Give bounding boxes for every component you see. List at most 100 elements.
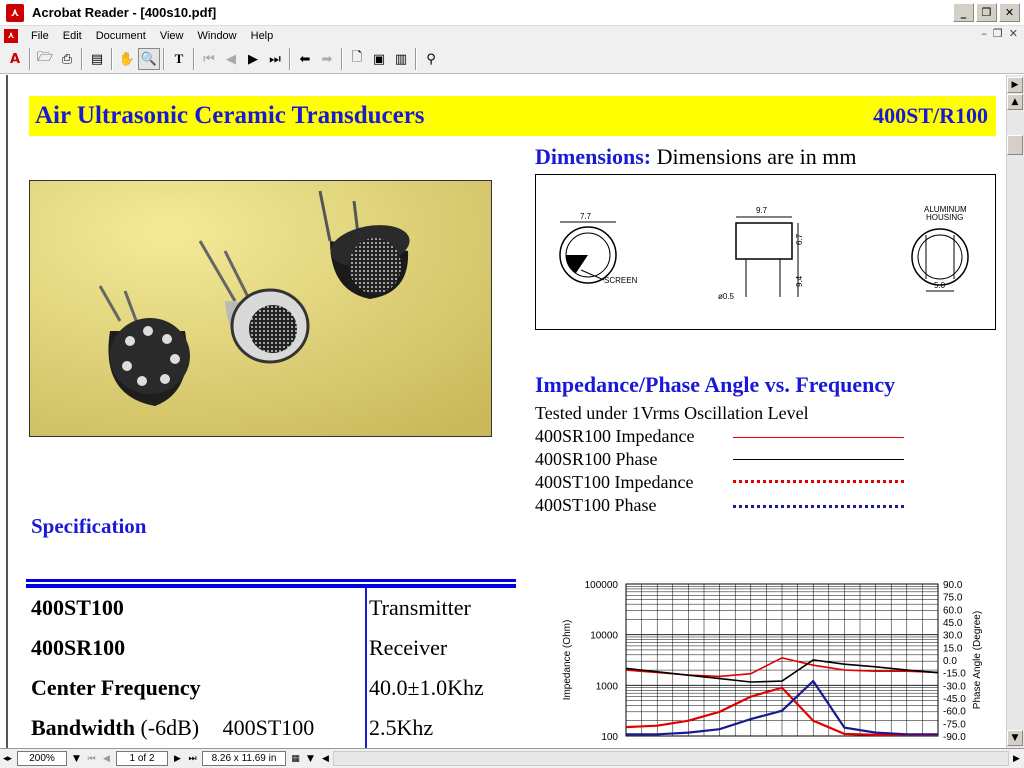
dim-screen-label: SCREEN bbox=[604, 276, 638, 285]
scroll-up-arrow-icon[interactable]: ▲ bbox=[1007, 94, 1023, 110]
y2-tick-label: 45.0 bbox=[943, 618, 963, 629]
doc-restore-button[interactable]: ❐ bbox=[993, 27, 1003, 40]
pane-toggle-icon[interactable]: ◂▸ bbox=[0, 751, 15, 766]
window-titlebar: ⋏ Acrobat Reader - [400s10.pdf] _ ❐ ✕ bbox=[0, 0, 1024, 26]
horizontal-scrollbar[interactable] bbox=[333, 751, 1009, 766]
dim-width-3: 5.0 bbox=[934, 281, 946, 290]
legend-line bbox=[733, 505, 904, 508]
spec-value: Transmitter bbox=[369, 595, 471, 620]
legend-label: 400ST100 Phase bbox=[535, 495, 657, 515]
doc-minimize-button[interactable]: – bbox=[981, 27, 987, 40]
menu-help[interactable]: Help bbox=[244, 30, 281, 42]
y2-tick-label: 0.0 bbox=[943, 656, 957, 667]
dim-width-2: 9.7 bbox=[756, 206, 768, 215]
document-page: Air Ultrasonic Ceramic Transducers 400ST… bbox=[10, 75, 1006, 748]
dimensions-note: Dimensions are in mm bbox=[656, 144, 857, 169]
y2-tick-label: 75.0 bbox=[943, 593, 963, 604]
doc-close-button[interactable]: ✕ bbox=[1009, 27, 1018, 40]
y-tick-label: 1000 bbox=[596, 681, 619, 692]
y-tick-label: 10000 bbox=[590, 631, 618, 642]
zoom-tool-icon[interactable]: 🔍 bbox=[138, 48, 160, 70]
document-icon[interactable]: ⋏ bbox=[4, 28, 18, 43]
window-title: Acrobat Reader - [400s10.pdf] bbox=[32, 5, 217, 20]
y-axis-label: Impedance (Ohm) bbox=[562, 620, 573, 701]
menubar: ⋏ File Edit Document View Window Help – … bbox=[0, 26, 1024, 45]
spec-value: 40.0±1.0Khz bbox=[369, 675, 484, 700]
dimensions-label: Dimensions: bbox=[535, 144, 652, 169]
go-back-icon[interactable]: ⬅ bbox=[294, 48, 316, 70]
go-forward-icon[interactable]: ➡ bbox=[316, 48, 338, 70]
first-page-icon[interactable]: ⏮ bbox=[198, 48, 220, 70]
dimensions-heading: Dimensions: Dimensions are in mm bbox=[535, 144, 856, 170]
previous-page-status-icon[interactable]: ◀ bbox=[99, 751, 114, 766]
dim-width-1: 7.7 bbox=[580, 212, 592, 221]
spec-label-bandwidth: Bandwidth (-6dB) 400ST100 bbox=[31, 715, 314, 741]
vertical-scrollbar[interactable]: ▶ ▲ ▼ bbox=[1006, 75, 1024, 748]
zoom-field[interactable]: 200% bbox=[17, 751, 67, 766]
next-page-status-icon[interactable]: ▶ bbox=[170, 751, 185, 766]
y2-axis-label: Phase Angle (Degree) bbox=[972, 611, 983, 709]
fit-page-icon[interactable]: ▣ bbox=[368, 48, 390, 70]
close-button[interactable]: ✕ bbox=[999, 3, 1020, 22]
page-header: Air Ultrasonic Ceramic Transducers 400ST… bbox=[29, 96, 996, 136]
scroll-thumb[interactable] bbox=[1007, 135, 1023, 155]
dim-height-1: 6.7 bbox=[795, 233, 804, 245]
scroll-down-arrow-icon[interactable]: ▼ bbox=[1007, 730, 1023, 746]
page-size-field: 8.26 x 11.69 in bbox=[202, 751, 286, 766]
spec-heading: Specification bbox=[31, 514, 147, 538]
page-field[interactable]: 1 of 2 bbox=[116, 751, 168, 766]
acrobat-logo-icon[interactable]: A bbox=[4, 48, 26, 70]
statusbar: ◂▸ 200% ▼ ⏮ ◀ 1 of 2 ▶ ⏭ 8.26 x 11.69 in… bbox=[0, 748, 1024, 768]
y2-tick-label: -60.0 bbox=[943, 707, 966, 718]
dim-pin: ø0.5 bbox=[718, 292, 735, 301]
open-icon[interactable]: 🗁 bbox=[34, 48, 56, 70]
spec-label: 400SR100 bbox=[31, 635, 126, 660]
restore-button[interactable]: ❐ bbox=[976, 3, 997, 22]
scroll-right-arrow-icon[interactable]: ▶ bbox=[1007, 77, 1023, 93]
menu-file[interactable]: File bbox=[24, 30, 56, 42]
legend-label: 400SR100 Impedance bbox=[535, 426, 695, 446]
minimize-button[interactable]: _ bbox=[953, 3, 974, 22]
acrobat-icon: ⋏ bbox=[6, 3, 24, 22]
hand-tool-icon[interactable]: ✋ bbox=[116, 48, 138, 70]
menu-document[interactable]: Document bbox=[89, 30, 153, 42]
y-tick-label: 100000 bbox=[585, 580, 619, 591]
legend-line bbox=[733, 437, 904, 438]
last-page-icon[interactable]: ⏭ bbox=[264, 48, 286, 70]
show-navigation-pane-icon[interactable]: ▤ bbox=[86, 48, 108, 70]
scroll-right-arrow-icon[interactable]: ▶ bbox=[1009, 751, 1024, 766]
spec-value: Receiver bbox=[369, 635, 448, 660]
legend-line bbox=[733, 459, 904, 460]
fit-width-icon[interactable]: ▥ bbox=[390, 48, 412, 70]
navigation-pane-splitter[interactable] bbox=[0, 75, 8, 748]
y2-tick-label: 60.0 bbox=[943, 605, 963, 616]
menu-edit[interactable]: Edit bbox=[56, 30, 89, 42]
legend-line bbox=[733, 480, 904, 483]
spec-rule bbox=[26, 579, 516, 582]
actual-size-icon[interactable]: 🗋 bbox=[346, 48, 368, 70]
print-icon[interactable]: ⎙ bbox=[56, 48, 78, 70]
spec-label-extra: (-6dB) bbox=[140, 715, 200, 740]
find-icon[interactable]: ⚲ bbox=[420, 48, 442, 70]
impedance-heading: Impedance/Phase Angle vs. Frequency bbox=[535, 372, 896, 397]
page-layout-icon[interactable]: ▦ bbox=[288, 751, 303, 766]
menu-window[interactable]: Window bbox=[191, 30, 244, 42]
y2-tick-label: 30.0 bbox=[943, 631, 963, 642]
document-title: Air Ultrasonic Ceramic Transducers bbox=[35, 102, 425, 129]
zoom-dropdown-icon[interactable]: ▼ bbox=[69, 751, 84, 766]
text-select-icon[interactable]: T bbox=[168, 48, 190, 70]
y2-tick-label: 15.0 bbox=[943, 643, 963, 654]
next-page-icon[interactable]: ▶ bbox=[242, 48, 264, 70]
layout-dropdown-icon[interactable]: ▼ bbox=[303, 751, 318, 766]
previous-page-icon[interactable]: ◀ bbox=[220, 48, 242, 70]
last-page-status-icon[interactable]: ⏭ bbox=[185, 751, 200, 766]
spec-label: Bandwidth bbox=[31, 715, 135, 740]
scroll-left-arrow-icon[interactable]: ◀ bbox=[318, 751, 333, 766]
legend-label: 400SR100 Phase bbox=[535, 449, 658, 469]
menu-view[interactable]: View bbox=[153, 30, 191, 42]
dimensions-diagram: 7.7 SCREEN 9.7 6.7 9.4 ø0.5 ALUMINUM HOU… bbox=[535, 174, 996, 330]
first-page-status-icon[interactable]: ⏮ bbox=[84, 751, 99, 766]
dim-height-2: 9.4 bbox=[795, 275, 804, 287]
legend-label: 400ST100 Impedance bbox=[535, 472, 694, 492]
y-tick-label: 100 bbox=[601, 732, 618, 743]
